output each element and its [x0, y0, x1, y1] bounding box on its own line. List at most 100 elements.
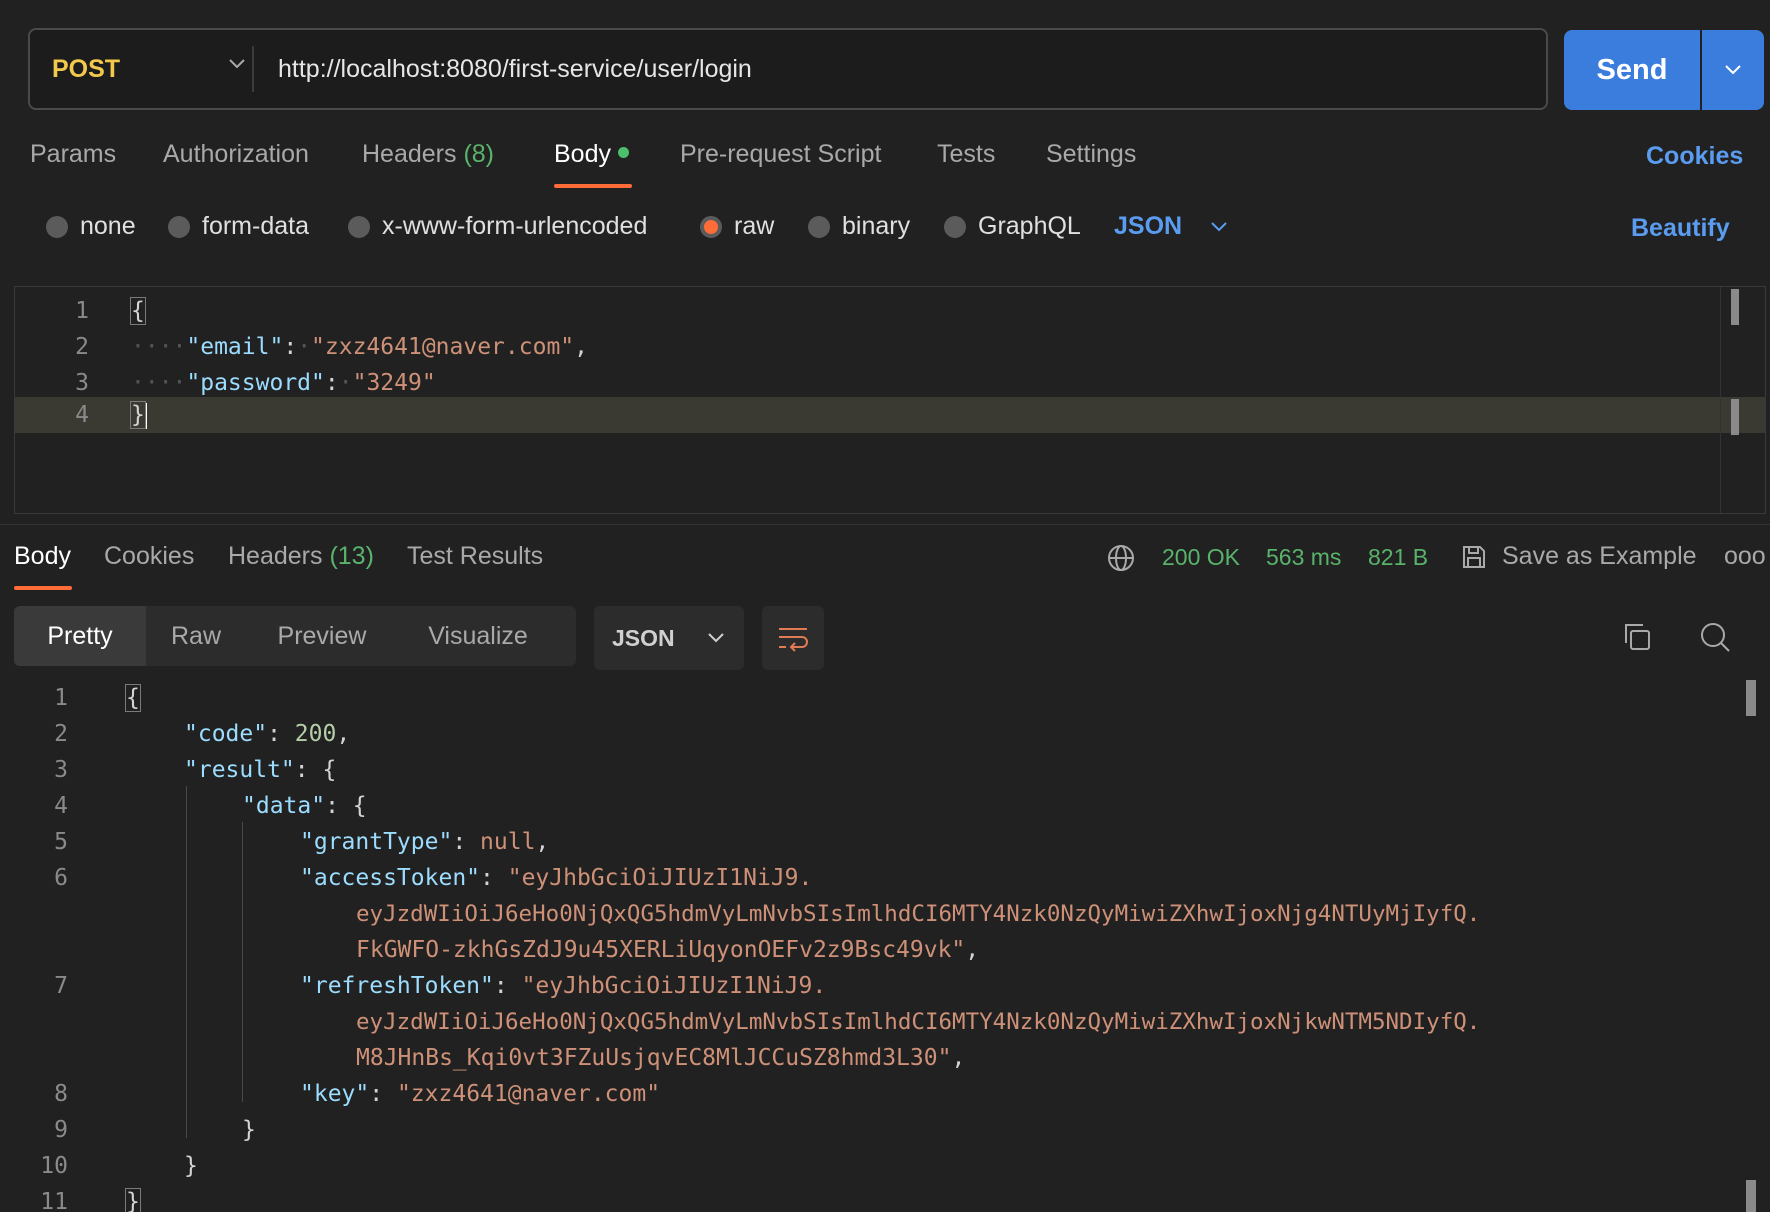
copy-icon[interactable] [1620, 620, 1654, 654]
radio-binary[interactable]: binary [808, 212, 910, 241]
globe-icon[interactable] [1106, 543, 1136, 573]
code-line: 2 ····"email":·"zxz4641@naver.com", [15, 329, 1765, 365]
radio-none[interactable]: none [46, 212, 136, 241]
line-number: 6 [54, 865, 68, 891]
divider [0, 524, 1770, 525]
headers-count: (8) [463, 140, 495, 168]
url-input[interactable]: http://localhost:8080/first-service/user… [278, 30, 752, 108]
code-line: 9 } [0, 1112, 1770, 1148]
send-button[interactable]: Send [1564, 30, 1700, 110]
json-key: "refreshToken" [300, 973, 494, 999]
tab-label: Pre-request Script [680, 140, 882, 168]
scroll-thumb[interactable] [1746, 680, 1756, 716]
response-body-viewer[interactable]: 1 { 2 "code": 200, 3 "result": { 4 "data… [0, 680, 1770, 1212]
radio-circle [808, 215, 830, 238]
text-cursor [144, 402, 147, 429]
tab-label: Body [554, 140, 611, 168]
active-tab-indicator [14, 586, 72, 590]
tab-pre-request-script[interactable]: Pre-request Script [680, 140, 881, 169]
line-number: 4 [54, 793, 68, 819]
status-code[interactable]: 200 OK [1162, 544, 1240, 571]
view-visualize[interactable]: Visualize [398, 606, 558, 666]
line-number: 1 [75, 298, 89, 324]
editor-scrollbar[interactable] [1720, 287, 1751, 513]
json-value: "eyJhbGciOiJIUzI1NiJ9. [521, 973, 827, 999]
code-line: 4 "data": { [0, 788, 1770, 824]
tab-settings[interactable]: Settings [1046, 140, 1136, 169]
code-line: 3 "result": { [0, 752, 1770, 788]
tab-label: Tests [937, 140, 996, 168]
radio-form-data[interactable]: form-data [168, 212, 309, 241]
json-key: "key" [300, 1081, 370, 1107]
body-modified-dot [617, 146, 629, 158]
cookies-link[interactable]: Cookies [1646, 142, 1743, 171]
wrap-lines-icon [779, 628, 808, 652]
response-time[interactable]: 563 ms [1266, 544, 1341, 571]
body-format-label: JSON [1114, 212, 1183, 240]
radio-circle-selected [700, 215, 722, 238]
radio-circle [168, 215, 190, 238]
radio-x-www-form-urlencoded[interactable]: x-www-form-urlencoded [348, 212, 647, 241]
line-number: 8 [54, 1081, 68, 1107]
method-select[interactable]: POST [52, 30, 252, 108]
tab-response-cookies[interactable]: Cookies [104, 542, 194, 571]
code-line: 10 } [0, 1148, 1770, 1184]
line-number: 3 [54, 757, 68, 783]
save-label: Save as Example [1502, 542, 1697, 570]
json-value: "zxz4641@naver.com" [311, 334, 575, 360]
tab-label: Headers [362, 140, 457, 168]
line-number: 11 [40, 1189, 68, 1212]
wrap-lines-button[interactable] [762, 606, 824, 670]
json-value: "eyJhbGciOiJIUzI1NiJ9. [507, 865, 813, 891]
line-number: 2 [75, 334, 89, 360]
json-value: eyJzdWIiOiJ6eHo0NjQxQG5hdmVyLmNvbSIsImlh… [356, 901, 1481, 927]
code-line: 3 ····"password":·"3249" [15, 365, 1765, 401]
radio-circle [944, 215, 966, 238]
chevron-down-icon [707, 633, 724, 643]
response-format-select[interactable]: JSON [594, 606, 744, 670]
radio-label: binary [842, 212, 911, 240]
more-options-button[interactable]: ooo [1724, 542, 1766, 571]
tab-test-results[interactable]: Test Results [407, 542, 543, 571]
scroll-thumb[interactable] [1731, 289, 1739, 325]
brace: { [130, 297, 146, 325]
view-pretty[interactable]: Pretty [14, 606, 146, 666]
send-options-button[interactable] [1702, 30, 1764, 110]
view-raw[interactable]: Raw [146, 606, 246, 666]
beautify-button[interactable]: Beautify [1631, 214, 1730, 243]
json-key: "result" [184, 757, 295, 783]
chevron-down-icon [229, 59, 245, 69]
code-line: 2 "code": 200, [0, 716, 1770, 752]
save-as-example-button[interactable]: Save as Example [1460, 542, 1697, 571]
save-icon [1463, 545, 1485, 568]
scroll-thumb [1731, 399, 1739, 435]
line-number: 9 [54, 1117, 68, 1143]
line-number: 3 [75, 370, 89, 396]
code-line: 8 "key": "zxz4641@naver.com" [0, 1076, 1770, 1112]
code-line: 5 "grantType": null, [0, 824, 1770, 860]
radio-label: raw [734, 212, 775, 240]
view-preview[interactable]: Preview [254, 606, 390, 666]
json-value: FkGWFO-zkhGsZdJ9u45XERLiUqyonOEFv2z9Bsc4… [356, 937, 966, 963]
response-size[interactable]: 821 B [1368, 544, 1428, 571]
tab-response-headers[interactable]: Headers (13) [228, 542, 374, 571]
body-format-select[interactable]: JSON [1114, 212, 1228, 241]
json-value: "zxz4641@naver.com" [396, 1081, 661, 1107]
json-key: "data" [242, 793, 326, 819]
code-line-wrap: FkGWFO-zkhGsZdJ9u45XERLiUqyonOEFv2z9Bsc4… [356, 937, 980, 963]
tab-headers[interactable]: Headers (8) [362, 140, 494, 169]
headers-count: (13) [329, 542, 374, 570]
radio-raw[interactable]: raw [700, 212, 774, 241]
request-bar: POST http://localhost:8080/first-service… [28, 28, 1548, 110]
view-mode-group: Pretty Raw Preview Visualize [14, 606, 576, 666]
tab-params[interactable]: Params [30, 140, 116, 169]
tab-authorization[interactable]: Authorization [163, 140, 309, 169]
tab-response-body[interactable]: Body [14, 542, 71, 571]
tab-tests[interactable]: Tests [937, 140, 995, 169]
tab-body[interactable]: Body [554, 140, 629, 169]
line-number: 5 [54, 829, 68, 855]
radio-graphql[interactable]: GraphQL [944, 212, 1081, 241]
response-format-label: JSON [612, 624, 675, 651]
search-icon[interactable] [1698, 620, 1732, 654]
request-body-editor[interactable]: 1 { 2 ····"email":·"zxz4641@naver.com", … [14, 286, 1766, 514]
